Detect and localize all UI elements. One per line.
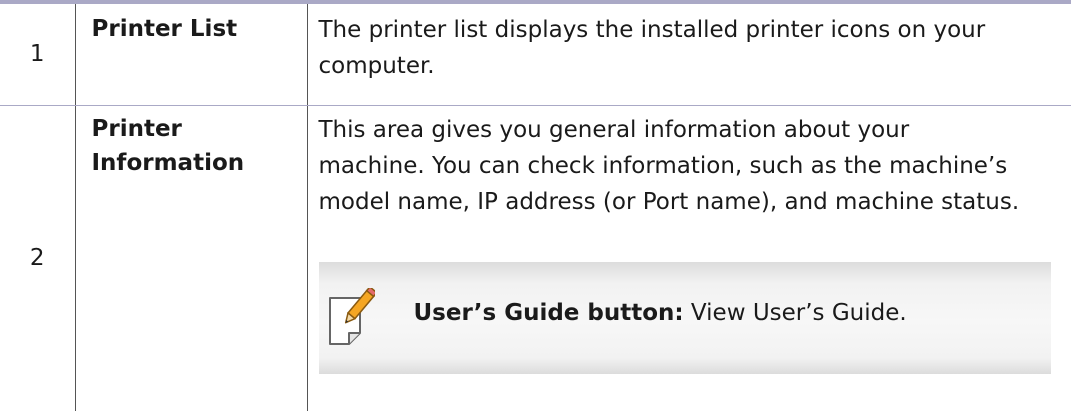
table-row: 1 Printer List The printer list displays… — [0, 4, 1071, 106]
row-description: The printer list displays the installed … — [307, 4, 1071, 106]
row-description-line: This area gives you general information … — [318, 116, 910, 143]
row-number: 2 — [0, 105, 76, 411]
row-number: 1 — [0, 4, 76, 106]
reference-table: 1 Printer List The printer list displays… — [0, 4, 1071, 411]
row-description-line: machine. You can check information, such… — [318, 152, 1008, 179]
row-description-line: model name, IP address (or Port name), a… — [318, 188, 1020, 215]
note-box: User’s Guide button: View User’s Guide. — [318, 261, 1051, 374]
table-row: 2 Printer Information This area gives yo… — [0, 105, 1071, 411]
note-text: User’s Guide button: View User’s Guide. — [414, 298, 907, 328]
row-term: Printer Information — [75, 105, 308, 411]
note-bold-label: User’s Guide button: — [413, 299, 684, 326]
row-term: Printer List — [75, 4, 308, 106]
row-description-cell: This area gives you general information … — [307, 105, 1071, 411]
note-pencil-icon — [327, 285, 378, 346]
note-body: View User’s Guide. — [683, 299, 907, 326]
